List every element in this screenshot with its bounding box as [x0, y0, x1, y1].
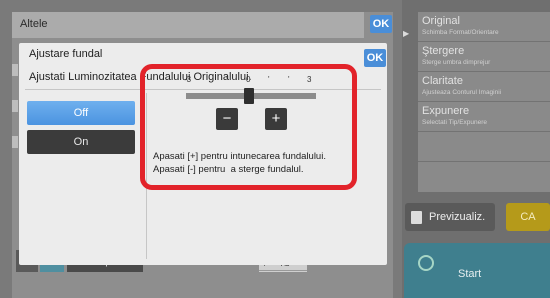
dialog-ok-button[interactable]: OK	[364, 49, 386, 67]
scale-tick: '	[268, 75, 270, 84]
help-text-decrease: Apasati [-] pentru a sterge fundalul.	[153, 164, 304, 175]
function-item-claritate[interactable]: Claritate Ajusteaza Conturul Imaginii	[418, 72, 550, 102]
scale-tick: '	[226, 75, 228, 84]
on-option-button[interactable]: On	[27, 130, 135, 154]
window-title: Altele	[20, 18, 48, 30]
function-item-stergere[interactable]: Ştergere Sterge umbra dimprejur	[418, 42, 550, 72]
function-subtitle: Sterge umbra dimprejur	[422, 59, 491, 66]
function-item-empty	[418, 162, 550, 192]
brightness-slider-thumb[interactable]	[244, 88, 254, 104]
function-title: Claritate	[422, 75, 463, 87]
start-label: Start	[458, 268, 482, 280]
edge-tab	[12, 64, 18, 76]
increase-button[interactable]: +	[265, 108, 287, 130]
edge-tab	[12, 100, 18, 112]
function-list: Original Schimba Format/Orientare Şterge…	[418, 12, 550, 192]
function-subtitle: Ajusteaza Conturul Imaginii	[422, 89, 502, 96]
start-button[interactable]: Start	[404, 243, 550, 298]
decrease-button[interactable]: −	[216, 108, 238, 130]
function-item-empty	[418, 132, 550, 162]
help-text-increase: Apasati [+] pentru intunecarea fundalulu…	[153, 151, 326, 162]
scale-label: -3	[184, 75, 192, 84]
diamond-start-icon	[414, 251, 438, 275]
slider-scale: -3 ' ' 0 ' ' 3	[184, 75, 312, 89]
other-functions-title-bar: Altele	[12, 12, 364, 38]
function-subtitle: Selectati Tip/Expunere	[422, 119, 488, 126]
play-arrow-icon[interactable]: ▶	[403, 29, 413, 39]
function-item-expunere[interactable]: Expunere Selectati Tip/Expunere	[418, 102, 550, 132]
document-preview-icon	[411, 211, 422, 224]
outer-ok-button[interactable]: OK	[370, 15, 392, 33]
bottom-strip	[12, 268, 393, 298]
dialog-title-bar: Ajustare fundal	[19, 43, 387, 65]
function-title: Ştergere	[422, 45, 465, 57]
dialog-title: Ajustare fundal	[29, 48, 103, 60]
scale-label: 0	[246, 75, 251, 84]
scale-label: 3	[307, 75, 312, 84]
copier-screen: ▶ Original Schimba Format/Orientare Şter…	[0, 0, 550, 298]
function-title: Original	[422, 15, 460, 27]
function-subtitle: Schimba Format/Orientare	[422, 29, 499, 36]
clear-all-button[interactable]: CA	[506, 203, 550, 231]
function-item-original[interactable]: Original Schimba Format/Orientare	[418, 12, 550, 42]
edge-tab	[12, 136, 18, 148]
function-title: Expunere	[422, 105, 470, 117]
scale-tick: '	[288, 75, 290, 84]
preview-label: Previzualiz.	[429, 211, 486, 223]
scale-tick: '	[206, 75, 208, 84]
preview-button[interactable]: Previzualiz.	[405, 203, 495, 231]
off-option-button[interactable]: Off	[27, 101, 135, 125]
